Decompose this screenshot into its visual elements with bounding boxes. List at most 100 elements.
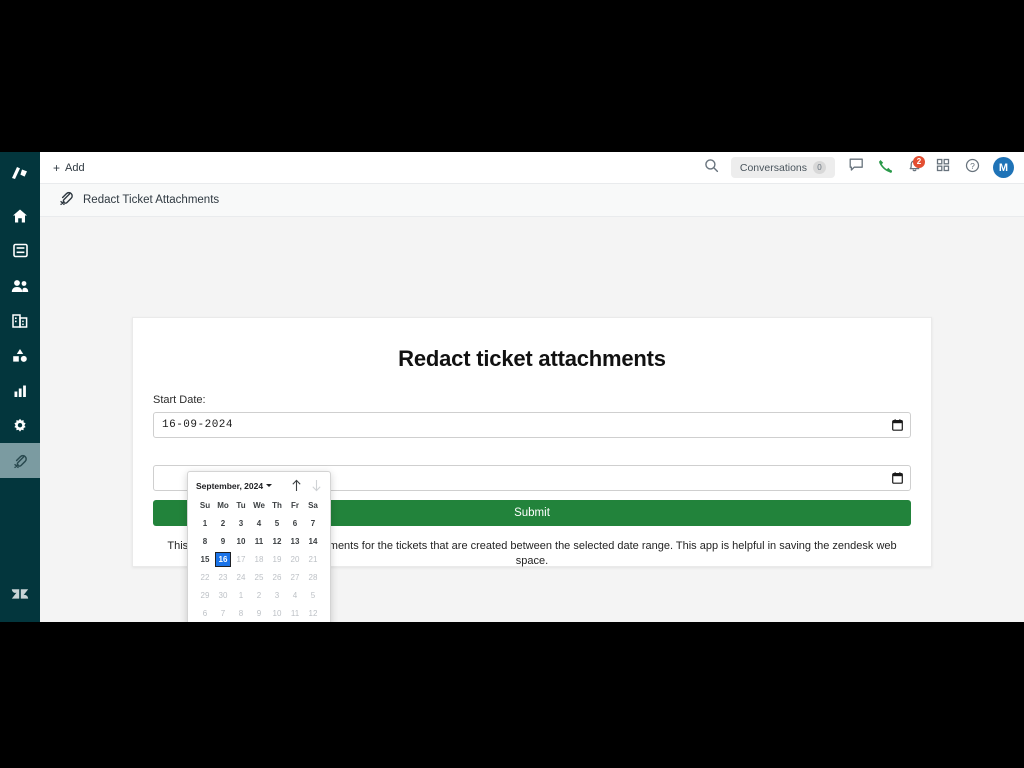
- notification-count-badge: 2: [913, 155, 925, 168]
- calendar-day[interactable]: 4: [250, 514, 268, 532]
- sidebar-item-customers[interactable]: [0, 268, 40, 303]
- calendar-day: 9: [256, 608, 262, 618]
- date-picker-popup[interactable]: September, 2024 Su Mo Tu We Th Fr Sa 1 2…: [187, 471, 331, 622]
- zendesk-app-window: + Add Conversations 0 2 ? M Redact Ticke…: [0, 152, 1024, 622]
- sidebar-item-home[interactable]: [0, 198, 40, 233]
- start-date-value: 16-09-2024: [162, 419, 234, 431]
- sidebar-item-objects[interactable]: [0, 338, 40, 373]
- calendar-day[interactable]: 5: [268, 514, 286, 532]
- sidebar-item-admin[interactable]: [0, 408, 40, 443]
- calendar-day[interactable]: 3: [232, 514, 250, 532]
- avatar-initial: M: [998, 161, 1009, 174]
- svg-text:?: ?: [970, 160, 975, 170]
- search-icon: [704, 158, 719, 178]
- calendar-weekday: Tu: [236, 501, 246, 510]
- calendar-day[interactable]: 2: [214, 514, 232, 532]
- shapes-icon: [12, 348, 28, 363]
- calendar-week-row: 1234567: [196, 514, 322, 532]
- calendar-icon[interactable]: [892, 419, 903, 431]
- calendar-day[interactable]: 14: [304, 532, 322, 550]
- add-button[interactable]: + Add: [48, 159, 90, 177]
- sidebar-item-views[interactable]: [0, 233, 40, 268]
- calendar-grid: Su Mo Tu We Th Fr Sa 1 2 3 4 5 6 7 8 9 10 11 12 13 14 15 16 17…: [196, 499, 322, 622]
- calendar-day: 23: [218, 572, 228, 582]
- calendar-day[interactable]: 12: [268, 532, 286, 550]
- views-list-icon: [12, 243, 28, 258]
- chat-button[interactable]: [842, 155, 870, 181]
- phone-icon: [878, 158, 893, 178]
- help-button[interactable]: ?: [958, 155, 986, 181]
- calendar-day: 19: [272, 554, 282, 564]
- zendesk-logo-icon: [11, 585, 29, 608]
- search-button[interactable]: [698, 155, 726, 181]
- home-icon: [12, 208, 28, 224]
- calendar-day[interactable]: 8: [196, 532, 214, 550]
- calendar-day: 10: [272, 608, 282, 618]
- page-title: Redact ticket attachments: [398, 346, 666, 371]
- calendar-day: 11: [290, 608, 300, 618]
- notifications-button[interactable]: 2: [900, 155, 928, 181]
- start-date-input[interactable]: 16-09-2024: [153, 412, 911, 438]
- building-icon: [12, 313, 28, 328]
- calendar-day: 27: [290, 572, 300, 582]
- calendar-weekday: Sa: [308, 501, 318, 510]
- gear-icon: [12, 418, 28, 434]
- calendar-day: 2: [256, 590, 262, 600]
- add-button-label: Add: [65, 161, 85, 174]
- calendar-weekday: Su: [199, 501, 211, 510]
- sidebar-item-organizations[interactable]: [0, 303, 40, 338]
- calendar-day: 28: [308, 572, 318, 582]
- calendar-day: 18: [254, 554, 264, 564]
- calendar-day: 20: [290, 554, 300, 564]
- calendar-day[interactable]: 10: [232, 532, 250, 550]
- calendar-weekday: We: [253, 501, 265, 510]
- attachment-redact-icon: [12, 453, 28, 469]
- people-icon: [11, 279, 29, 293]
- calendar-day-selected[interactable]: 16: [214, 550, 232, 568]
- calendar-weekday-row: Su Mo Tu We Th Fr Sa: [196, 499, 322, 514]
- sidebar-item-redact-app[interactable]: [0, 443, 40, 478]
- talk-button[interactable]: [871, 155, 899, 181]
- calendar-day[interactable]: 13: [286, 532, 304, 550]
- calendar-day[interactable]: 7: [304, 514, 322, 532]
- calendar-week-row: 15 16 17 18 19 20 21: [196, 550, 322, 568]
- sidebar-item-reporting[interactable]: [0, 373, 40, 408]
- calendar-week-row: 29 30 1 2 3 4 5: [196, 586, 322, 604]
- calendar-day: 4: [292, 590, 298, 600]
- calendar-icon[interactable]: [892, 472, 903, 484]
- conversations-button[interactable]: Conversations 0: [730, 157, 835, 178]
- plus-icon: +: [53, 160, 61, 175]
- conversations-label: Conversations: [739, 161, 807, 174]
- start-date-label: Start Date:: [153, 394, 206, 406]
- toolbar-actions: Conversations 0 2 ? M: [698, 155, 1014, 181]
- calendar-day: 30: [218, 590, 228, 600]
- calendar-week-row: 6 7 8 9 10 11 12: [196, 604, 322, 622]
- zendesk-product-logo-icon: [10, 165, 30, 183]
- calendar-day: 8: [238, 608, 244, 618]
- bar-chart-icon: [13, 384, 28, 398]
- calendar-day[interactable]: 15: [196, 550, 214, 568]
- tab-title: Redact Ticket Attachments: [83, 194, 220, 206]
- calendar-day: 3: [274, 590, 280, 600]
- avatar[interactable]: M: [993, 157, 1014, 178]
- calendar-day: 5: [310, 590, 316, 600]
- sidebar-item-product-logo[interactable]: [0, 158, 40, 190]
- apps-button[interactable]: [929, 155, 957, 181]
- calendar-day: 21: [308, 554, 318, 564]
- arrow-up-icon[interactable]: [291, 479, 302, 492]
- left-nav-sidebar: [0, 152, 40, 622]
- calendar-day[interactable]: 11: [250, 532, 268, 550]
- main-column: + Add Conversations 0 2 ? M Redact Ticke…: [40, 152, 1024, 622]
- zendesk-logo-footer: [0, 585, 40, 608]
- calendar-day: 6: [202, 608, 208, 618]
- calendar-day[interactable]: 9: [214, 532, 232, 550]
- calendar-day[interactable]: 1: [196, 514, 214, 532]
- arrow-down-icon[interactable]: [311, 479, 322, 492]
- tab-bar: Redact Ticket Attachments: [40, 184, 1024, 217]
- conversations-count-badge: 0: [813, 161, 826, 174]
- calendar-day: 22: [200, 572, 210, 582]
- calendar-day: 12: [308, 608, 318, 618]
- month-year-selector[interactable]: September, 2024: [196, 481, 273, 491]
- calendar-week-row: 8 9 10 11 12 13 14: [196, 532, 322, 550]
- calendar-day[interactable]: 6: [286, 514, 304, 532]
